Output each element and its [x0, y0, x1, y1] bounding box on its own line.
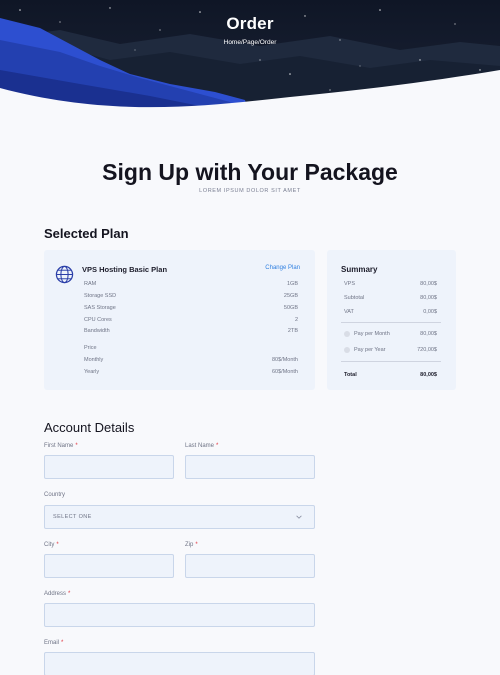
- country-label: Country: [44, 492, 66, 498]
- required-mark: *: [216, 443, 219, 449]
- globe-icon: [55, 265, 74, 284]
- summary-value: 0,00$: [423, 309, 437, 315]
- summary-label: VPS: [344, 281, 356, 287]
- chevron-down-icon: [296, 515, 302, 519]
- summary-value: 80,00$: [420, 281, 437, 287]
- divider: [341, 361, 441, 362]
- required-mark: *: [56, 542, 59, 548]
- price-value: 80$/Month: [272, 357, 298, 363]
- total-value: 80,00$: [420, 372, 437, 378]
- address-label: Address *: [44, 591, 71, 597]
- city-label: City *: [44, 542, 59, 548]
- summary-row: Subtotal 80,00$: [344, 295, 437, 301]
- spec-label: Bandwidth: [84, 328, 110, 334]
- plan-name: VPS Hosting Basic Plan: [82, 265, 168, 274]
- account-details-heading: Account Details: [44, 420, 135, 435]
- spec-value: 2: [294, 317, 298, 323]
- email-field[interactable]: [44, 652, 315, 675]
- main-subheading: LOREM IPSUM DOLOR SIT AMET: [199, 188, 301, 194]
- spec-label: Storage SSD: [84, 293, 117, 299]
- summary-label: Subtotal: [344, 295, 365, 301]
- address-field[interactable]: [44, 603, 315, 627]
- required-mark: *: [75, 443, 78, 449]
- option-value: 80,00$: [420, 331, 437, 337]
- summary-label: VAT: [344, 309, 354, 315]
- summary-total: Total 80,00$: [344, 372, 437, 378]
- spec-row: Storage SSD 25GB: [84, 293, 298, 299]
- spec-row: RAM 1GB: [84, 281, 298, 287]
- spec-value: 1GB: [286, 281, 298, 287]
- last-name-field[interactable]: [185, 455, 315, 479]
- summary-value: 80,00$: [420, 295, 437, 301]
- breadcrumb[interactable]: Home/Page/Order: [0, 39, 500, 46]
- zip-label: Zip *: [185, 542, 198, 548]
- summary-row: VPS 80,00$: [344, 281, 437, 287]
- price-label: Yearly: [84, 369, 100, 375]
- spec-row: CPU Cores 2: [84, 317, 298, 323]
- zip-field[interactable]: [185, 554, 315, 578]
- spec-label: CPU Cores: [84, 317, 112, 323]
- radio-button[interactable]: [344, 347, 350, 353]
- hero-banner: Order Home/Page/Order: [0, 0, 500, 118]
- page-title: Order: [226, 14, 274, 33]
- option-label: Pay per Month: [354, 331, 390, 337]
- selected-plan-heading: Selected Plan: [44, 226, 129, 241]
- radio-button[interactable]: [344, 331, 350, 337]
- city-field[interactable]: [44, 554, 174, 578]
- required-mark: *: [195, 542, 198, 548]
- total-label: Total: [344, 372, 357, 378]
- summary-row: VAT 0,00$: [344, 309, 437, 315]
- spec-value: 25GB: [283, 293, 298, 299]
- pay-monthly-option[interactable]: Pay per Month 80,00$: [344, 331, 437, 337]
- price-row: Monthly 80$/Month: [84, 357, 298, 363]
- spec-value: 2TB: [287, 328, 298, 334]
- email-label: Email *: [44, 640, 64, 646]
- price-row: Yearly 60$/Month: [84, 369, 298, 375]
- country-selected-value: SELECT ONE: [53, 514, 92, 520]
- first-name-field[interactable]: [44, 455, 174, 479]
- country-select[interactable]: SELECT ONE: [44, 505, 315, 529]
- main-heading: Sign Up with Your Package: [102, 159, 398, 185]
- divider: [341, 322, 441, 323]
- spec-row: SAS Storage 50GB: [84, 305, 298, 311]
- last-name-label: Last Name *: [185, 443, 219, 449]
- spec-value: 50GB: [283, 305, 298, 311]
- option-label: Pay per Year: [354, 347, 386, 353]
- summary-title: Summary: [341, 265, 378, 274]
- summary-card: Summary VPS 80,00$ Subtotal 80,00$ VAT 0…: [327, 250, 456, 390]
- spec-label: SAS Storage: [84, 305, 116, 311]
- required-mark: *: [68, 591, 71, 597]
- spec-label: RAM: [84, 281, 97, 287]
- price-heading: Price: [84, 345, 97, 351]
- price-label: Monthly: [84, 357, 104, 363]
- required-mark: *: [61, 640, 64, 646]
- option-value: 720,00$: [417, 347, 437, 353]
- first-name-label: First Name *: [44, 443, 78, 449]
- spec-row: Bandwidth 2TB: [84, 328, 298, 334]
- price-value: 60$/Month: [272, 369, 298, 375]
- pay-yearly-option[interactable]: Pay per Year 720,00$: [344, 347, 437, 353]
- change-plan-link[interactable]: Change Plan: [265, 265, 300, 271]
